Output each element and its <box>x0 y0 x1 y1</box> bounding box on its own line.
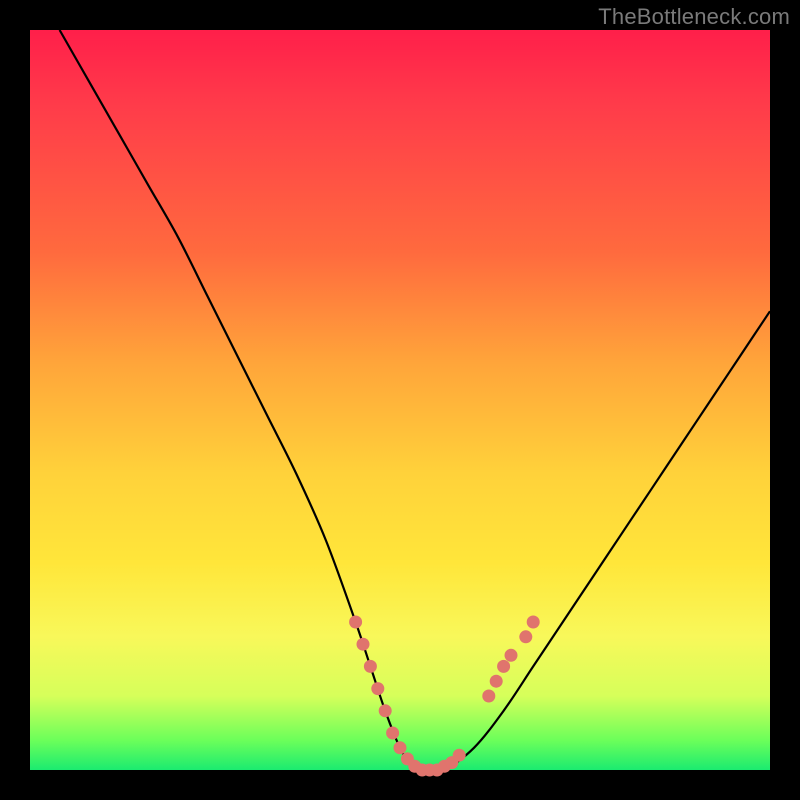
highlight-dots-group <box>349 616 540 777</box>
highlight-dot <box>379 704 392 717</box>
highlight-dot <box>519 630 532 643</box>
highlight-dot <box>490 675 503 688</box>
bottleneck-curve-path <box>60 30 770 772</box>
highlight-dot <box>349 616 362 629</box>
highlight-dot <box>453 749 466 762</box>
highlight-dot <box>482 690 495 703</box>
chart-frame: TheBottleneck.com <box>0 0 800 800</box>
bottleneck-curve-svg <box>30 30 770 770</box>
highlight-dot <box>386 727 399 740</box>
highlight-dot <box>357 638 370 651</box>
highlight-dot <box>371 682 384 695</box>
plot-area <box>30 30 770 770</box>
highlight-dot <box>497 660 510 673</box>
highlight-dot <box>505 649 518 662</box>
watermark-text: TheBottleneck.com <box>598 4 790 30</box>
highlight-dot <box>394 741 407 754</box>
highlight-dot <box>527 616 540 629</box>
highlight-dot <box>364 660 377 673</box>
